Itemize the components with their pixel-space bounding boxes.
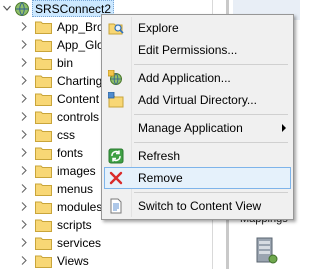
tree-item-css[interactable]: css <box>0 126 110 144</box>
iis-manager-window: SRSConnect2 App_Bro App_Glo bin Charting… <box>0 0 300 269</box>
explore-icon <box>108 23 124 35</box>
server-icon[interactable] <box>254 236 278 266</box>
menu-item-label: Explore <box>138 21 179 35</box>
menu-item-label: Add Virtual Directory... <box>138 93 257 107</box>
chevron-right-icon[interactable] <box>20 202 28 211</box>
chevron-right-icon[interactable] <box>20 166 28 175</box>
tree-item-label: fonts <box>57 146 84 160</box>
folder-icon <box>35 237 52 250</box>
tree-item-label: bin <box>57 56 74 70</box>
tree-item-app-global[interactable]: App_Glo <box>0 36 110 54</box>
tree-item-views[interactable]: Views <box>0 252 110 269</box>
folder-icon <box>35 21 52 34</box>
folder-icon <box>35 129 52 142</box>
tree-item-content[interactable]: Content <box>0 90 110 108</box>
menu-separator <box>134 142 288 143</box>
tree-item-label: modules <box>57 200 103 214</box>
menu-item-manage-application[interactable]: Manage Application <box>104 117 291 139</box>
chevron-right-icon[interactable] <box>20 40 28 49</box>
folder-icon <box>35 165 52 178</box>
menu-item-label: Refresh <box>138 149 181 163</box>
chevron-right-icon[interactable] <box>20 58 28 67</box>
chevron-right-icon[interactable] <box>20 148 28 157</box>
folder-icon <box>35 75 52 88</box>
chevron-down-icon[interactable] <box>3 4 11 12</box>
refresh-icon <box>108 148 124 164</box>
web-site-icon <box>15 2 29 16</box>
tree-item-app-browsers[interactable]: App_Bro <box>0 18 110 36</box>
menu-item-label: Edit Permissions... <box>138 43 238 57</box>
tree-item-label: services <box>57 236 102 250</box>
folder-icon <box>35 183 52 196</box>
folder-icon <box>35 147 52 160</box>
chevron-right-icon[interactable] <box>20 130 28 139</box>
tree-item-label: App_Bro <box>57 20 104 34</box>
menu-item-refresh[interactable]: Refresh <box>104 145 291 167</box>
tree-item-scripts[interactable]: scripts <box>0 216 110 234</box>
tree-item-label: Views <box>57 254 89 268</box>
folder-icon <box>35 93 52 106</box>
tree-item-images[interactable]: images <box>0 162 110 180</box>
menu-separator <box>134 114 288 115</box>
menu-item-label: Manage Application <box>138 121 243 135</box>
folder-icon <box>35 219 52 232</box>
chevron-right-icon[interactable] <box>20 184 28 193</box>
chevron-right-icon[interactable] <box>20 22 28 31</box>
tree-item-fonts[interactable]: fonts <box>0 144 110 162</box>
tree-item-charting[interactable]: Charting <box>0 72 110 90</box>
folder-icon <box>35 57 52 70</box>
tree-item-services[interactable]: services <box>0 234 110 252</box>
menu-item-explore[interactable]: Explore <box>104 17 291 39</box>
tree-item-label: App_Glo <box>57 38 104 52</box>
menu-item-switch-to-content-view[interactable]: Switch to Content View <box>104 195 291 217</box>
chevron-right-icon[interactable] <box>20 238 28 247</box>
chevron-right-icon[interactable] <box>20 220 28 229</box>
tree-item-label: controls <box>57 110 100 124</box>
tree-item-controls[interactable]: controls <box>0 108 110 126</box>
chevron-right-icon[interactable] <box>20 256 28 265</box>
folder-icon <box>35 201 52 214</box>
context-menu: Explore Edit Permissions... Add Applicat… <box>101 14 294 220</box>
tree-item-label: Charting <box>57 74 103 88</box>
menu-separator <box>134 64 288 65</box>
tree-item-label: images <box>57 164 96 178</box>
content-view-icon <box>110 198 122 214</box>
menu-item-add-virtual-directory[interactable]: Add Virtual Directory... <box>104 89 291 111</box>
menu-item-label: Add Application... <box>138 71 231 85</box>
tree-item-label: css <box>57 128 75 142</box>
remove-icon <box>109 171 123 185</box>
add-virtual-directory-icon <box>108 92 124 108</box>
menu-item-edit-permissions[interactable]: Edit Permissions... <box>104 39 291 61</box>
menu-item-label: Remove <box>138 171 183 185</box>
tree-item-modules[interactable]: modules <box>0 198 110 216</box>
tree-item-label: scripts <box>57 218 92 232</box>
menu-item-label: Switch to Content View <box>138 199 262 213</box>
tree-item-menus[interactable]: menus <box>0 180 110 198</box>
menu-separator <box>134 192 288 193</box>
add-application-icon <box>108 70 122 85</box>
submenu-arrow-icon <box>282 124 286 132</box>
chevron-right-icon[interactable] <box>20 94 28 103</box>
menu-item-remove[interactable]: Remove <box>104 167 291 189</box>
chevron-right-icon[interactable] <box>20 112 28 121</box>
tree-item-label: menus <box>57 182 94 196</box>
tree-item-bin[interactable]: bin <box>0 54 110 72</box>
chevron-right-icon[interactable] <box>20 76 28 85</box>
tree-item-label: Content <box>57 92 100 106</box>
menu-item-add-application[interactable]: Add Application... <box>104 67 291 89</box>
folder-icon <box>35 255 52 268</box>
folder-icon <box>35 111 52 124</box>
folder-icon <box>35 39 52 52</box>
